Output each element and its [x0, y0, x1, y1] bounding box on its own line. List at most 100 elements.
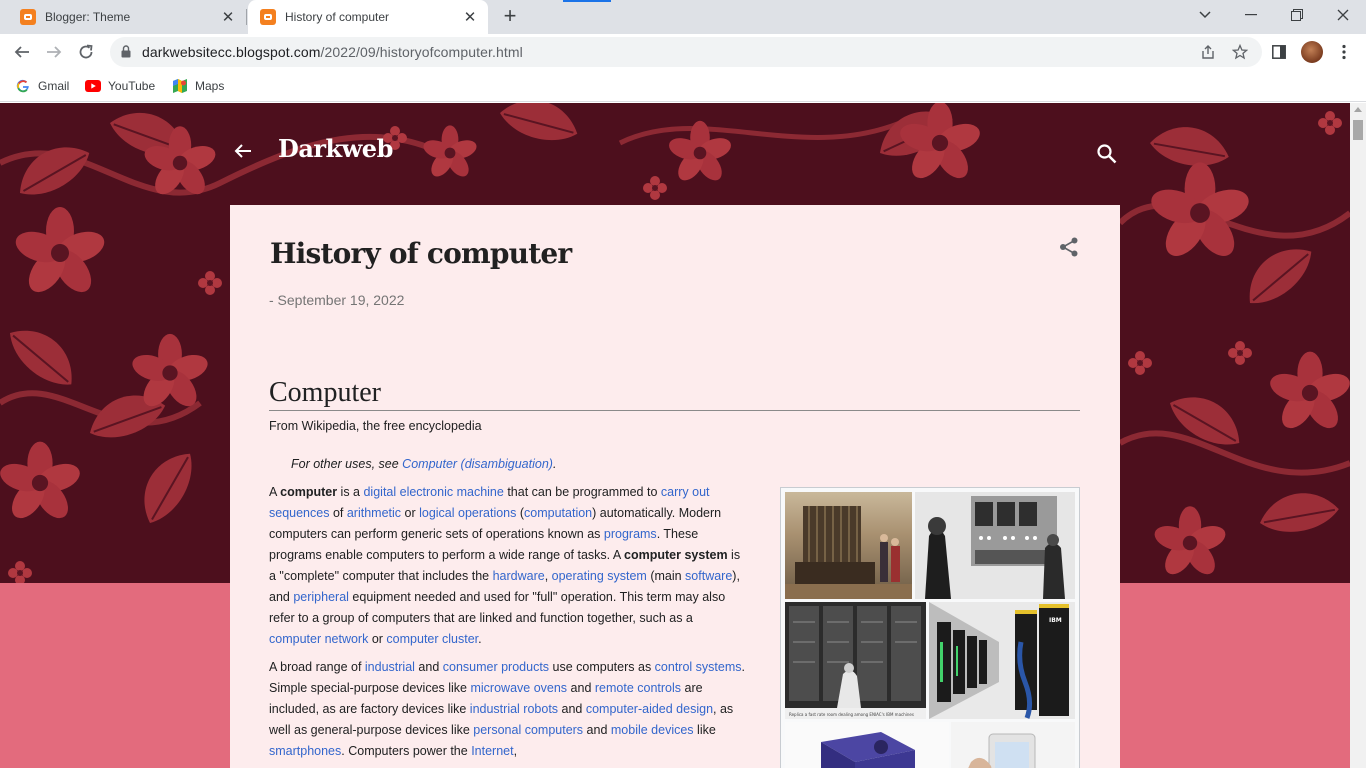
- wiki-link[interactable]: programs: [604, 527, 657, 541]
- text-run: and: [558, 702, 586, 716]
- tape-computer-photo: Replica a fast rate room dealing among E…: [785, 602, 926, 719]
- text-run: like: [693, 723, 716, 737]
- bookmarks-bar: Gmail YouTube Maps: [0, 70, 1366, 102]
- tab-separator: [246, 9, 247, 25]
- blog-page: Darkweb History of computer - September …: [0, 103, 1350, 768]
- back-arrow-icon[interactable]: [232, 140, 254, 162]
- wiki-link[interactable]: personal computers: [473, 723, 583, 737]
- post-card: History of computer - September 19, 2022…: [230, 205, 1120, 768]
- wiki-link[interactable]: industrial robots: [470, 702, 558, 716]
- wiki-link[interactable]: software: [685, 569, 732, 583]
- close-window-button[interactable]: [1320, 0, 1366, 30]
- wiki-link[interactable]: computer-aided design: [586, 702, 713, 716]
- bold-term: computer system: [624, 548, 728, 562]
- tab-title: Blogger: Theme: [45, 10, 131, 24]
- lock-icon[interactable]: [121, 45, 131, 58]
- text-run: A broad range of: [269, 660, 365, 674]
- wiki-link[interactable]: digital electronic machine: [363, 485, 503, 499]
- bookmark-label: Maps: [195, 79, 225, 93]
- text-run: . Computers power the: [341, 744, 472, 758]
- text-run: or: [368, 632, 387, 646]
- text-run: A: [269, 485, 281, 499]
- scroll-up-arrow[interactable]: [1354, 107, 1362, 112]
- wiki-link[interactable]: mobile devices: [611, 723, 694, 737]
- tab-history-of-computer[interactable]: History of computer ✕: [248, 0, 488, 34]
- share-page-icon[interactable]: [1198, 42, 1218, 62]
- text-run: use computers as: [549, 660, 655, 674]
- tab-blogger-theme[interactable]: Blogger: Theme ✕: [8, 0, 246, 34]
- youtube-icon: [85, 78, 101, 94]
- wiki-link[interactable]: remote controls: [595, 681, 681, 695]
- close-tab-icon[interactable]: ✕: [458, 8, 482, 26]
- page-scrollbar[interactable]: [1350, 103, 1366, 768]
- browser-toolbar: darkwebsitecc.blogspot.com/2022/09/histo…: [0, 34, 1366, 70]
- new-tab-button[interactable]: +: [498, 5, 522, 29]
- wiki-link[interactable]: operating system: [552, 569, 647, 583]
- gamecube-photo: [785, 722, 949, 768]
- wiki-link[interactable]: industrial: [365, 660, 415, 674]
- blogger-icon: [20, 9, 36, 25]
- wiki-link[interactable]: computer cluster: [386, 632, 478, 646]
- from-wikipedia: From Wikipedia, the free encyclopedia: [269, 419, 482, 433]
- text-run: ,: [544, 569, 552, 583]
- post-date: - September 19, 2022: [269, 292, 405, 308]
- back-button[interactable]: [8, 38, 36, 66]
- wiki-link[interactable]: control systems: [655, 660, 742, 674]
- text-run: and: [583, 723, 611, 737]
- tab-title: History of computer: [285, 10, 390, 24]
- wiki-link[interactable]: computation: [524, 506, 592, 520]
- wiki-link[interactable]: consumer products: [443, 660, 549, 674]
- search-icon[interactable]: [1096, 143, 1118, 165]
- share-icon[interactable]: [1058, 236, 1080, 258]
- minimize-button[interactable]: [1228, 0, 1274, 30]
- profile-avatar[interactable]: [1301, 41, 1323, 63]
- bookmark-youtube[interactable]: YouTube: [85, 76, 155, 96]
- text-run: or: [401, 506, 420, 520]
- scroll-thumb[interactable]: [1353, 120, 1363, 140]
- text-run: (main: [646, 569, 686, 583]
- text-run: and: [567, 681, 595, 695]
- summit-supercomputer-photo: IBM: [929, 602, 1075, 719]
- reload-button[interactable]: [72, 38, 100, 66]
- paragraph-2: A broad range of industrial and consumer…: [269, 657, 747, 762]
- text-run: that can be programmed to: [503, 485, 661, 499]
- smartphone-photo: [951, 722, 1075, 768]
- bookmark-maps[interactable]: Maps: [172, 76, 224, 96]
- wiki-link[interactable]: Internet: [471, 744, 513, 758]
- hatnote: For other uses, see Computer (disambigua…: [291, 457, 557, 471]
- disambiguation-link[interactable]: Computer (disambiguation): [402, 457, 553, 471]
- forward-button[interactable]: [40, 38, 68, 66]
- google-icon: [15, 78, 31, 94]
- address-bar[interactable]: darkwebsitecc.blogspot.com/2022/09/histo…: [110, 37, 1262, 67]
- eniac-photo: [915, 492, 1075, 599]
- tab-indicator: [563, 0, 611, 2]
- difference-engine-photo: [785, 492, 912, 599]
- bookmark-star-icon[interactable]: [1230, 42, 1250, 62]
- blog-title[interactable]: Darkweb: [278, 134, 393, 163]
- wiki-link[interactable]: logical operations: [419, 506, 516, 520]
- wiki-link[interactable]: smartphones: [269, 744, 341, 758]
- section-heading: Computer: [269, 377, 1080, 411]
- text-run: of: [329, 506, 347, 520]
- wiki-link[interactable]: arithmetic: [347, 506, 401, 520]
- text-run: (: [516, 506, 525, 520]
- wiki-link[interactable]: peripheral: [293, 590, 349, 604]
- paragraph-1: A computer is a digital electronic machi…: [269, 482, 747, 650]
- restore-button[interactable]: [1274, 0, 1320, 30]
- tab-strip: Blogger: Theme ✕ History of computer ✕ +: [0, 0, 1366, 34]
- wiki-link[interactable]: computer network: [269, 632, 368, 646]
- tab-search-chevron-icon[interactable]: [1182, 0, 1228, 30]
- wiki-link[interactable]: hardware: [493, 569, 545, 583]
- wiki-link[interactable]: microwave ovens: [470, 681, 567, 695]
- bookmark-label: YouTube: [108, 79, 156, 93]
- side-panel-icon[interactable]: [1265, 38, 1293, 66]
- blogger-icon: [260, 9, 276, 25]
- infobox-image-montage: Replica a fast rate room dealing among E…: [780, 487, 1080, 768]
- bookmark-gmail[interactable]: Gmail: [15, 76, 69, 96]
- menu-kebab-icon[interactable]: [1330, 38, 1358, 66]
- bold-term: computer: [280, 485, 338, 499]
- post-title: History of computer: [270, 237, 572, 270]
- url-text[interactable]: darkwebsitecc.blogspot.com/2022/09/histo…: [142, 44, 523, 60]
- svg-text:IBM: IBM: [1049, 617, 1062, 624]
- close-tab-icon[interactable]: ✕: [216, 8, 240, 26]
